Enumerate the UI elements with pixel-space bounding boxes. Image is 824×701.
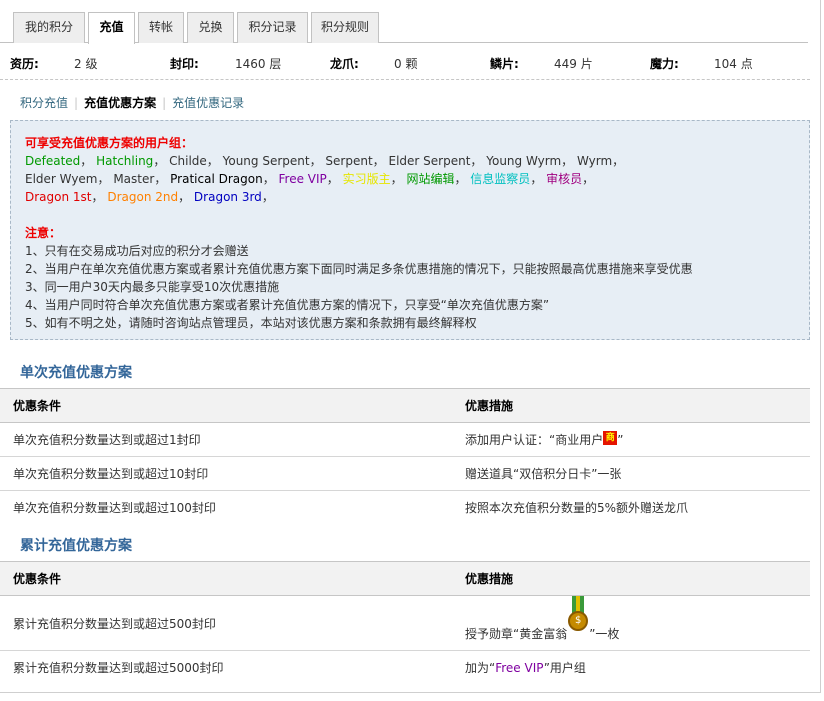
groups-title: 可享受充值优惠方案的用户组： <box>25 136 194 150</box>
group-name: Dragon 2nd <box>107 190 179 204</box>
measure-text: 授予勋章“黄金富翁 <box>465 627 568 641</box>
groups-line-3: Dragon 1st， Dragon 2nd， Dragon 3rd， <box>25 190 274 204</box>
tab-my-points[interactable]: 我的积分 <box>13 12 85 43</box>
measure-text: 添加用户认证：“商业用户 <box>465 433 604 447</box>
note-line: 4、当用户同时符合单次充值优惠方案或者累计充值优惠方案的情况下，只享受“单次充值… <box>25 298 550 312</box>
table-row: 累计充值积分数量达到或超过5000封印 加为“Free VIP”用户组 <box>0 650 810 685</box>
group-name: Young Wyrm <box>486 154 562 168</box>
tab-points-rules[interactable]: 积分规则 <box>311 12 379 43</box>
stat-label: 魔力: <box>650 57 679 71</box>
cumulative-table: 优惠条件 优惠措施 累计充值积分数量达到或超过500封印 授予勋章“黄金富翁 $”… <box>0 561 810 685</box>
group-name: 网站编辑 <box>406 172 455 186</box>
condition-cell: 单次充值积分数量达到或超过1封印 <box>0 422 452 457</box>
measure-text: ” <box>617 433 624 447</box>
stat-label: 龙爪: <box>330 57 359 71</box>
condition-cell: 单次充值积分数量达到或超过10封印 <box>0 456 452 491</box>
group-name: Pratical Dragon <box>170 172 263 186</box>
subnav-current[interactable]: 充值优惠方案 <box>84 96 156 110</box>
group-name: Elder Wyem <box>25 172 98 186</box>
group-name: Defeated <box>25 154 81 168</box>
note-line: 5、如有不明之处，请随时咨询站点管理员，本站对该优惠方案和条款拥有最终解释权 <box>25 316 477 330</box>
groups-line-1: Defeated， Hatchling， Childe， Young Serpe… <box>25 154 625 168</box>
tab-exchange[interactable]: 兑换 <box>187 12 234 43</box>
sub-nav: 积分充值 | 充值优惠方案 | 充值优惠记录 <box>20 94 244 111</box>
table-row: 单次充值积分数量达到或超过100封印 按照本次充值积分数量的5%额外赠送龙爪 <box>0 490 810 525</box>
notice-box: 可享受充值优惠方案的用户组： Defeated， Hatchling， Chil… <box>10 120 810 340</box>
condition-cell: 累计充值积分数量达到或超过5000封印 <box>0 650 452 685</box>
cumulative-section-title: 累计充值优惠方案 <box>20 538 132 554</box>
subnav-recharge-link[interactable]: 积分充值 <box>20 96 68 110</box>
tab-bar: 我的积分 充值 转帐 兑换 积分记录 积分规则 <box>0 12 808 44</box>
condition-cell: 累计充值积分数量达到或超过500封印 <box>0 595 452 651</box>
condition-cell: 单次充值积分数量达到或超过100封印 <box>0 490 452 525</box>
col-header-condition: 优惠条件 <box>0 561 452 596</box>
table-row: 单次充值积分数量达到或超过10封印 赠送道具“双倍积分日卡”一张 <box>0 456 810 491</box>
stat-value: 1460 层 <box>235 57 282 71</box>
merchant-badge-icon: 商 <box>603 431 618 445</box>
stat-value: 0 颗 <box>394 57 418 71</box>
group-name: Master <box>113 172 155 186</box>
stat-label: 鳞片: <box>490 57 519 71</box>
group-name: Wyrm <box>576 154 613 168</box>
stat-value: 104 点 <box>714 57 753 71</box>
group-name: Young Serpent <box>222 154 310 168</box>
measure-text: ”用户组 <box>543 661 586 676</box>
measure-cell: 添加用户认证：“商业用户商” <box>452 422 810 457</box>
separator: | <box>162 96 167 110</box>
vip-group-name: Free VIP <box>495 661 544 676</box>
stat-value: 2 级 <box>74 57 98 71</box>
subnav-history-link[interactable]: 充值优惠记录 <box>172 96 244 110</box>
tab-points-log[interactable]: 积分记录 <box>237 12 308 43</box>
stats-bar: 资历: 2 级 封印: 1460 层 龙爪: 0 颗 鳞片: 449 片 魔力:… <box>0 50 810 80</box>
group-name: Elder Serpent <box>388 154 471 168</box>
group-name: 信息监察员 <box>470 172 531 186</box>
group-name: Dragon 3rd <box>193 190 262 204</box>
group-name: Childe <box>169 154 207 168</box>
table-header-row: 优惠条件 优惠措施 <box>0 561 810 596</box>
separator: | <box>74 96 79 110</box>
groups-line-2: Elder Wyem， Master， Pratical Dragon， Fre… <box>25 172 595 186</box>
single-section-title: 单次充值优惠方案 <box>20 365 132 381</box>
group-name: Serpent <box>325 154 373 168</box>
col-header-measure: 优惠措施 <box>452 561 810 596</box>
stat-label: 资历: <box>10 57 39 71</box>
measure-cell: 按照本次充值积分数量的5%额外赠送龙爪 <box>452 490 810 525</box>
measure-text: ”一枚 <box>589 627 620 641</box>
stat-value: 449 片 <box>554 57 593 71</box>
group-name: Dragon 1st <box>25 190 92 204</box>
note-line: 3、同一用户30天内最多只能享受10次优惠措施 <box>25 280 280 294</box>
gold-medal-icon: $ <box>567 596 589 640</box>
note-line: 1、只有在交易成功后对应的积分才会赠送 <box>25 244 249 258</box>
measure-cell: 赠送道具“双倍积分日卡”一张 <box>452 456 810 491</box>
group-name: 审核员 <box>546 172 583 186</box>
note-title: 注意： <box>25 226 62 240</box>
measure-cell: 授予勋章“黄金富翁 $ ”一枚 <box>452 595 810 651</box>
table-row: 单次充值积分数量达到或超过1封印 添加用户认证：“商业用户商” <box>0 422 810 457</box>
note-line: 2、当用户在单次充值优惠方案或者累计充值优惠方案下面同时满足多条优惠措施的情况下… <box>25 262 693 276</box>
tab-recharge[interactable]: 充值 <box>88 12 135 44</box>
measure-cell: 加为“Free VIP”用户组 <box>452 650 810 685</box>
single-table: 优惠条件 优惠措施 单次充值积分数量达到或超过1封印 添加用户认证：“商业用户商… <box>0 388 810 525</box>
table-header-row: 优惠条件 优惠措施 <box>0 388 810 423</box>
group-name: Free VIP <box>278 172 327 186</box>
group-name: 实习版主 <box>342 172 391 186</box>
measure-text: 加为“ <box>465 661 496 676</box>
col-header-measure: 优惠措施 <box>452 388 810 423</box>
group-name: Hatchling <box>96 154 154 168</box>
table-row: 累计充值积分数量达到或超过500封印 授予勋章“黄金富翁 $ ”一枚 <box>0 595 810 651</box>
stat-label: 封印: <box>170 57 199 71</box>
tab-transfer[interactable]: 转帐 <box>138 12 184 43</box>
col-header-condition: 优惠条件 <box>0 388 452 423</box>
